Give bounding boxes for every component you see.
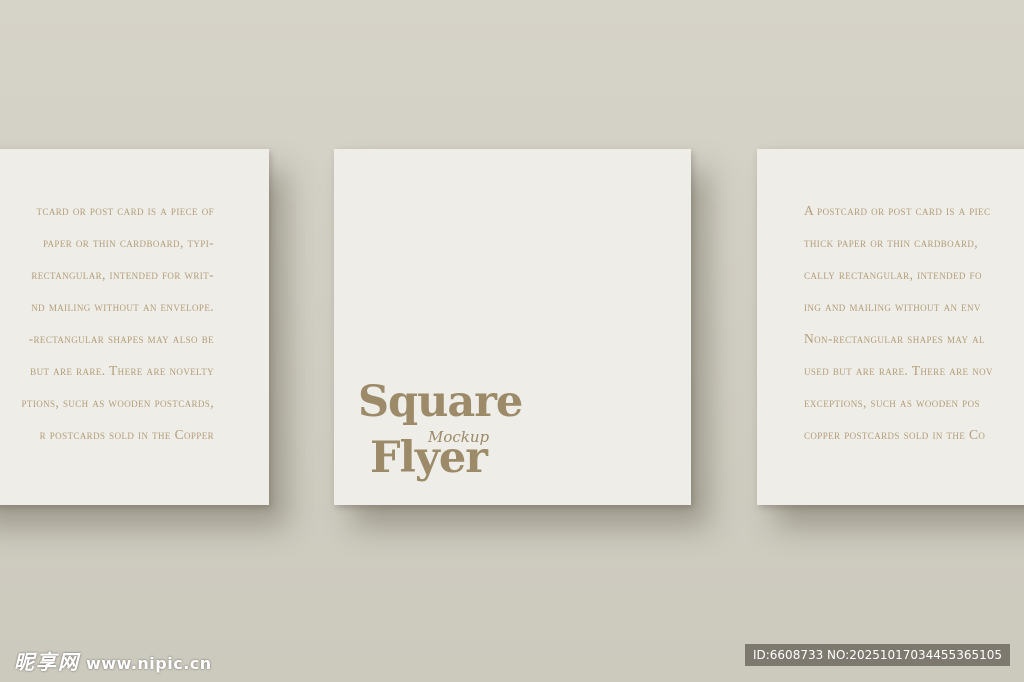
- left-card-line: r postcards sold in the Copper: [39, 427, 214, 442]
- left-card-body-text: tcard or post card is a piece of paper o…: [22, 203, 214, 459]
- right-card-line: copper postcards sold in the Co: [804, 427, 986, 442]
- right-card-line: cally rectangular, intended fo: [804, 267, 982, 282]
- watermark-id: ID:6608733 NO:20251017034455365105: [744, 644, 1010, 666]
- title-word-flyer: Flyer: [370, 433, 488, 483]
- right-card-line: exceptions, such as wooden pos: [804, 395, 980, 410]
- right-card-body-text: A postcard or post card is a piec thick …: [804, 203, 993, 459]
- left-flyer-card: tcard or post card is a piece of paper o…: [0, 149, 269, 505]
- left-card-line: paper or thin cardboard, typi-: [42, 235, 214, 250]
- left-card-line: ptions, such as wooden postcards,: [21, 395, 214, 410]
- left-card-line: tcard or post card is a piece of: [36, 203, 214, 218]
- watermark-logo: 昵享网 www.nipic.cn: [14, 646, 212, 675]
- center-flyer-card: Square Mockup Flyer: [334, 149, 691, 505]
- watermark-site: www.nipic.cn: [86, 654, 212, 673]
- right-card-line: A postcard or post card is a piec: [804, 203, 991, 218]
- left-card-line: but are rare. There are novelty: [30, 363, 214, 378]
- right-flyer-card: A postcard or post card is a piec thick …: [757, 149, 1024, 505]
- right-card-line: used but are rare. There are nov: [804, 363, 993, 378]
- left-card-line: rectangular, intended for writ-: [31, 267, 214, 282]
- title-word-square: Square: [358, 377, 523, 427]
- left-card-line: -rectangular shapes may also be: [28, 331, 214, 346]
- right-card-line: thick paper or thin cardboard,: [804, 235, 979, 250]
- right-card-line: ing and mailing without an env: [804, 299, 981, 314]
- left-card-line: nd mailing without an envelope.: [31, 299, 214, 314]
- right-card-line: Non-rectangular shapes may al: [804, 331, 985, 346]
- watermark-brand: 昵享网: [14, 650, 80, 674]
